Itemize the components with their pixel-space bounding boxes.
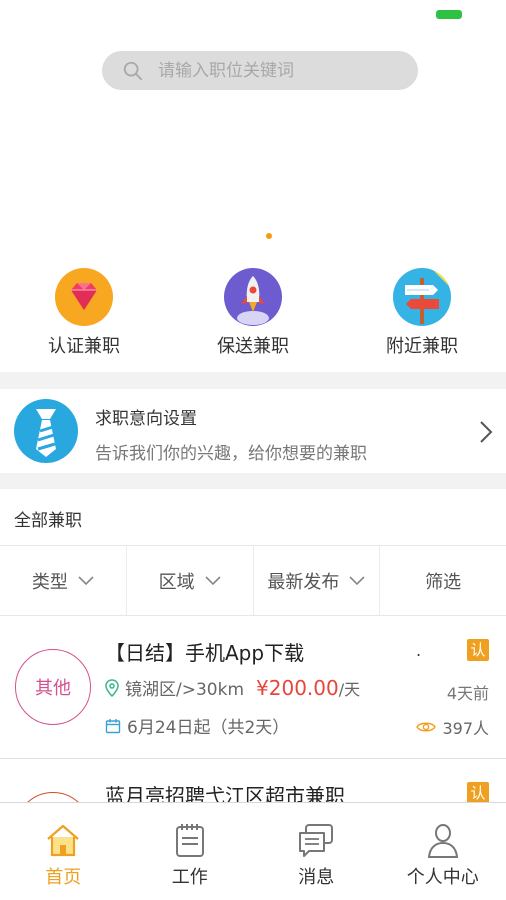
job-category-badge: 其他	[15, 649, 91, 725]
chevron-down-icon	[349, 575, 365, 585]
tab-label: 个人中心	[406, 867, 479, 888]
chevron-down-icon	[78, 575, 94, 585]
tie-icon	[14, 399, 78, 463]
message-icon	[299, 824, 334, 857]
job-list-item[interactable]: 其他 【日结】手机App下载 . 认 镜湖区/>30km ¥200.00 /天 …	[0, 617, 506, 759]
filter-area[interactable]: 区域	[127, 546, 254, 615]
diamond-icon	[55, 268, 113, 326]
job-date: 6月24日起（共2天）	[127, 718, 290, 738]
job-views-row: 397人	[416, 715, 489, 739]
certified-badge: 认	[467, 639, 489, 661]
job-date-row: 6月24日起（共2天）	[105, 713, 289, 738]
chevron-right-icon	[480, 421, 493, 443]
battery-indicator	[436, 10, 462, 19]
quick-links: 认证兼职 保送兼职 附近兼职	[0, 268, 506, 372]
job-title: 蓝月亮招聘弋江区超市兼职	[105, 784, 345, 802]
tab-label: 消息	[298, 867, 335, 888]
bottom-tab-bar: 首页 工作 消息 个人中心	[0, 802, 506, 900]
tab-profile[interactable]: 个人中心	[380, 803, 506, 900]
quick-link-certified[interactable]: 认证兼职	[14, 268, 154, 358]
job-list-item[interactable]: 蓝月亮招聘弋江区超市兼职 认	[0, 760, 506, 802]
certified-badge: 认	[467, 782, 489, 802]
job-category-badge	[15, 792, 91, 802]
home-icon	[47, 824, 79, 857]
filter-label: 类型	[31, 571, 68, 593]
quick-link-nearby[interactable]: 附近兼职	[352, 268, 492, 358]
signpost-icon	[393, 268, 451, 326]
person-icon	[427, 824, 458, 858]
filter-label: 最新发布	[267, 571, 340, 593]
search-input[interactable]	[158, 60, 398, 81]
notebook-icon	[175, 824, 204, 857]
job-title-dot: .	[416, 641, 422, 660]
quick-link-label: 附近兼职	[386, 336, 458, 357]
all-jobs-header: 全部兼职	[0, 489, 506, 546]
section-title: 全部兼职	[14, 511, 82, 531]
quick-link-label: 认证兼职	[48, 336, 120, 357]
tab-label: 首页	[45, 867, 82, 888]
filter-label: 区域	[158, 571, 195, 593]
chevron-down-icon	[205, 575, 221, 585]
calendar-icon	[105, 718, 121, 733]
job-title: 【日结】手机App下载	[105, 641, 305, 665]
job-price: ¥200.00	[256, 675, 339, 700]
search-icon	[123, 61, 143, 80]
rocket-icon	[224, 268, 282, 326]
section-divider	[0, 473, 506, 489]
filter-type[interactable]: 类型	[0, 546, 127, 615]
tab-home[interactable]: 首页	[0, 803, 127, 900]
job-intent-settings[interactable]: 求职意向设置 告诉我们你的兴趣，给你想要的兼职	[0, 389, 506, 473]
job-posted-time: 4天前	[446, 684, 489, 703]
filter-bar: 类型 区域 最新发布 筛选	[0, 546, 506, 616]
quick-link-recommended[interactable]: 保送兼职	[183, 268, 323, 358]
section-divider	[0, 372, 506, 389]
job-views: 397人	[442, 719, 489, 738]
filter-label: 筛选	[425, 571, 462, 593]
intent-subtitle: 告诉我们你的兴趣，给你想要的兼职	[95, 444, 367, 464]
tab-label: 工作	[171, 867, 208, 888]
banner-page-indicator[interactable]	[266, 233, 272, 239]
tab-work[interactable]: 工作	[127, 803, 254, 900]
job-area: 镜湖区/>30km	[125, 680, 245, 700]
intent-title: 求职意向设置	[95, 409, 197, 429]
filter-sort[interactable]: 最新发布	[254, 546, 381, 615]
job-price-unit: /天	[338, 679, 361, 699]
location-pin-icon	[105, 678, 119, 697]
tab-messages[interactable]: 消息	[253, 803, 380, 900]
eye-icon	[416, 722, 437, 732]
quick-link-label: 保送兼职	[217, 336, 289, 357]
search-bar[interactable]	[102, 51, 418, 90]
filter-more[interactable]: 筛选	[380, 546, 506, 615]
job-location-row: 镜湖区/>30km ¥200.00 /天	[105, 675, 360, 700]
